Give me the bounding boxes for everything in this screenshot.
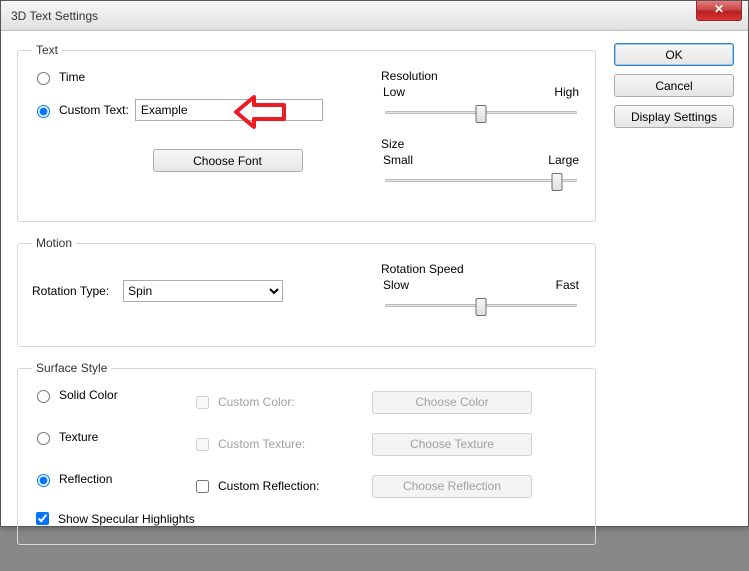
ok-button[interactable]: OK — [614, 43, 734, 66]
size-slider[interactable] — [381, 169, 581, 191]
size-label: Size — [381, 137, 581, 151]
display-settings-button[interactable]: Display Settings — [614, 105, 734, 128]
custom-reflection-label: Custom Reflection: — [218, 479, 319, 493]
close-icon: ✕ — [714, 2, 724, 16]
resolution-label: Resolution — [381, 69, 581, 83]
rotation-speed-slider[interactable] — [381, 294, 581, 316]
reflection-label: Reflection — [59, 472, 112, 486]
cancel-button[interactable]: Cancel — [614, 74, 734, 97]
resolution-low-label: Low — [383, 85, 405, 99]
text-group: Text Time Custom Text: Choos — [17, 43, 596, 222]
choose-color-button: Choose Color — [372, 391, 532, 414]
close-button[interactable]: ✕ — [696, 1, 742, 21]
choose-texture-button: Choose Texture — [372, 433, 532, 456]
rotation-type-label: Rotation Type: — [32, 284, 109, 298]
texture-radio[interactable] — [37, 432, 50, 445]
show-specular-label: Show Specular Highlights — [58, 512, 195, 526]
texture-label: Texture — [59, 430, 98, 444]
custom-text-radio[interactable] — [37, 105, 50, 118]
resolution-high-label: High — [554, 85, 579, 99]
size-small-label: Small — [383, 153, 413, 167]
custom-texture-label: Custom Texture: — [218, 437, 305, 451]
custom-color-label: Custom Color: — [218, 395, 295, 409]
time-label: Time — [59, 70, 85, 84]
custom-texture-checkbox — [196, 438, 209, 451]
custom-color-checkbox — [196, 396, 209, 409]
time-radio[interactable] — [37, 72, 50, 85]
solid-color-label: Solid Color — [59, 388, 118, 402]
show-specular-checkbox[interactable] — [36, 512, 49, 525]
text-legend: Text — [32, 43, 62, 57]
rotation-type-select[interactable]: Spin — [123, 280, 283, 302]
left-column: Text Time Custom Text: Choos — [15, 43, 598, 559]
resolution-slider[interactable] — [381, 101, 581, 123]
choose-font-button[interactable]: Choose Font — [153, 149, 303, 172]
rotation-speed-label: Rotation Speed — [381, 262, 581, 276]
reflection-radio[interactable] — [37, 474, 50, 487]
dialog-window: 3D Text Settings ✕ Text Time Custom Tex — [0, 0, 749, 527]
motion-group: Motion Rotation Type: Spin Rotation Spee… — [17, 236, 596, 347]
titlebar: 3D Text Settings ✕ — [1, 1, 748, 31]
custom-text-label: Custom Text: — [59, 103, 129, 117]
custom-text-input[interactable] — [135, 99, 323, 121]
speed-fast-label: Fast — [556, 278, 579, 292]
content-area: Text Time Custom Text: Choos — [1, 31, 748, 571]
size-large-label: Large — [548, 153, 579, 167]
right-column: OK Cancel Display Settings — [614, 43, 734, 559]
surface-group: Surface Style Solid Color Custom Color: … — [17, 361, 596, 545]
speed-slow-label: Slow — [383, 278, 409, 292]
choose-reflection-button: Choose Reflection — [372, 475, 532, 498]
solid-color-radio[interactable] — [37, 390, 50, 403]
window-title: 3D Text Settings — [11, 9, 98, 23]
surface-legend: Surface Style — [32, 361, 111, 375]
custom-reflection-checkbox[interactable] — [196, 480, 209, 493]
motion-legend: Motion — [32, 236, 76, 250]
